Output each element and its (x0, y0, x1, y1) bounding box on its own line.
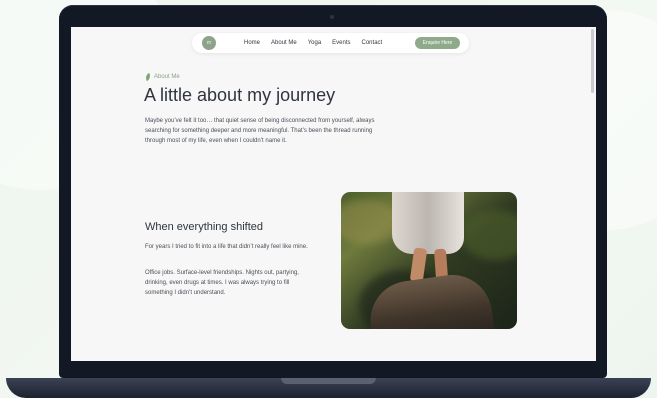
section-eyebrow: About Me (143, 72, 180, 82)
camera-dot (330, 15, 334, 19)
hero-photo (341, 192, 517, 329)
scrollbar[interactable] (591, 29, 594, 93)
nav-link-yoga[interactable]: Yoga (308, 40, 321, 46)
website-screen: m Home About Me Yoga Events Contact Enqu… (71, 27, 596, 361)
site-logo[interactable]: m (202, 36, 216, 50)
laptop-base (6, 378, 651, 398)
story-paragraph-2: Office jobs. Surface-level friendships. … (145, 270, 299, 296)
photo-trousers (392, 192, 464, 254)
page-title: A little about my journey (144, 85, 336, 105)
nav-link-events[interactable]: Events (332, 40, 350, 46)
story-paragraph-1: For years I tried to fit into a life tha… (145, 244, 308, 250)
enquire-button[interactable]: Enquire Here (415, 37, 460, 49)
laptop-lid: m Home About Me Yoga Events Contact Enqu… (59, 5, 607, 378)
nav-link-about-me[interactable]: About Me (271, 40, 297, 46)
nav-link-home[interactable]: Home (244, 40, 260, 46)
intro-paragraph: Maybe you’ve felt it too… that quiet sen… (145, 118, 375, 144)
nav-links: Home About Me Yoga Events Contact (244, 33, 382, 53)
story-heading: When everything shifted (145, 221, 264, 233)
page: m Home About Me Yoga Events Contact Enqu… (0, 0, 657, 398)
eyebrow-label: About Me (154, 74, 180, 80)
photo-foliage (461, 210, 517, 260)
laptop-notch (281, 378, 376, 384)
leaf-icon (143, 72, 153, 82)
navigation-bar: m Home About Me Yoga Events Contact Enqu… (192, 33, 469, 53)
nav-link-contact[interactable]: Contact (362, 40, 383, 46)
